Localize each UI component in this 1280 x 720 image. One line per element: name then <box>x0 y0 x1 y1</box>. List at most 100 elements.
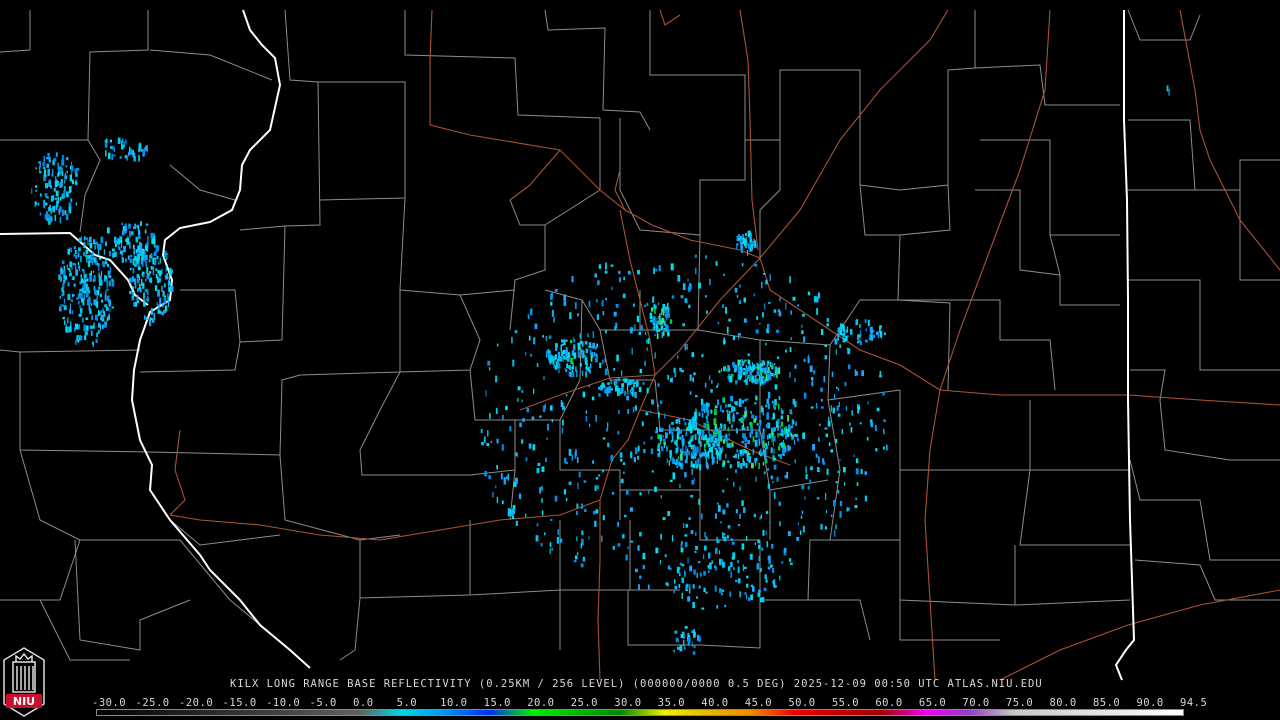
echo-pixel <box>124 226 127 232</box>
echo-pixel <box>565 394 568 397</box>
echo-pixel <box>796 434 799 438</box>
echo-pixel <box>70 247 73 252</box>
echo-pixel <box>588 300 591 308</box>
echo-pixel <box>699 453 701 456</box>
echo-pixel <box>776 373 778 379</box>
echo-pixel <box>780 415 783 420</box>
echo-pixel <box>601 469 604 473</box>
echo-pixel <box>687 441 690 444</box>
echo-pixel <box>487 360 491 366</box>
echo-pixel <box>63 279 66 284</box>
echo-pixel <box>541 498 543 503</box>
echo-pixel <box>802 314 805 317</box>
echo-pixel <box>79 289 81 296</box>
echo-pixel <box>549 542 552 548</box>
echo-pixel <box>678 462 681 467</box>
echo-pixel <box>756 380 758 383</box>
echo-pixel <box>129 290 132 295</box>
echo-pixel <box>605 262 607 270</box>
echo-pixel <box>568 371 570 377</box>
echo-pixel <box>558 363 561 369</box>
echo-pixel <box>657 444 659 450</box>
colorbar-label: 45.0 <box>744 697 773 709</box>
echo-pixel <box>869 419 873 423</box>
echo-pixel <box>795 423 797 426</box>
echo-pixel <box>725 306 727 314</box>
echo-pixel <box>830 514 833 517</box>
echo-pixel <box>665 318 668 321</box>
echo-pixel <box>786 471 789 479</box>
colorbar-label: 60.0 <box>875 697 903 709</box>
echo-pixel <box>694 254 697 258</box>
echo-pixel <box>142 149 146 156</box>
echo-pixel <box>531 416 535 420</box>
echo-pixel <box>95 314 98 321</box>
echo-pixel <box>883 428 885 435</box>
echo-pixel <box>667 511 670 516</box>
echo-pixel <box>525 513 527 518</box>
echo-pixel <box>680 463 682 469</box>
echo-pixel <box>125 238 127 242</box>
echo-pixel <box>820 524 823 530</box>
county-border <box>1049 234 1120 306</box>
echo-pixel <box>818 456 820 464</box>
echo-pixel <box>560 345 562 352</box>
echo-pixel <box>834 394 836 399</box>
highway <box>509 149 561 201</box>
echo-pixel <box>85 317 89 320</box>
echo-pixel <box>745 450 748 454</box>
county-border <box>169 164 236 201</box>
echo-pixel <box>596 343 598 347</box>
echo-pixel <box>871 330 874 333</box>
echo-pixel <box>104 294 107 301</box>
echo-pixel <box>576 536 578 542</box>
echo-pixel <box>669 479 673 482</box>
county-border <box>318 81 406 201</box>
echo-pixel <box>46 196 49 199</box>
echo-pixel <box>682 283 686 290</box>
echo-pixel <box>714 513 717 519</box>
echo-pixel <box>606 388 610 394</box>
echo-pixel <box>143 301 146 307</box>
echo-pixel <box>106 288 109 291</box>
reflectivity-colorbar <box>96 709 1184 716</box>
echo-pixel <box>100 293 102 298</box>
echo-pixel <box>768 559 771 564</box>
echo-pixel <box>684 626 688 629</box>
echo-pixel <box>645 412 649 416</box>
echo-pixel <box>826 318 829 322</box>
echo-pixel <box>788 427 790 430</box>
echo-pixel <box>488 475 492 479</box>
echo-pixel <box>684 472 687 478</box>
echo-pixel <box>50 208 52 215</box>
echo-pixel <box>68 326 72 333</box>
echo-pixel <box>542 510 544 516</box>
county-border <box>169 519 281 546</box>
echo-pixel <box>739 236 742 244</box>
echo-pixel <box>627 270 631 275</box>
echo-pixel <box>68 206 72 214</box>
echo-pixel <box>565 339 568 342</box>
echo-pixel <box>762 530 765 536</box>
echo-pixel <box>851 410 853 416</box>
echo-pixel <box>663 330 665 336</box>
echo-pixel <box>841 429 844 434</box>
echo-pixel <box>71 165 74 172</box>
echo-pixel <box>585 410 588 414</box>
echo-pixel <box>721 592 723 596</box>
echo-pixel <box>805 473 808 480</box>
echo-pixel <box>80 307 83 313</box>
county-border <box>899 390 1030 471</box>
echo-pixel <box>797 522 799 525</box>
echo-pixel <box>747 374 749 379</box>
echo-pixel <box>129 230 131 238</box>
echo-pixel <box>800 515 803 519</box>
echo-pixel <box>94 288 96 295</box>
echo-pixel <box>763 443 766 448</box>
echo-pixel <box>93 239 96 245</box>
echo-pixel <box>100 236 104 244</box>
echo-pixel <box>744 566 747 570</box>
echo-pixel <box>745 378 748 386</box>
echo-pixel <box>517 386 521 391</box>
echo-pixel <box>857 409 860 414</box>
